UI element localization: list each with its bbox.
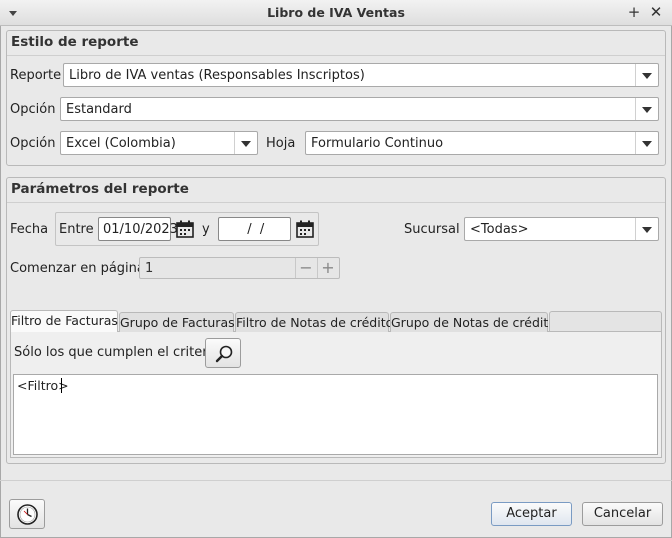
divider [7, 202, 665, 203]
filtro-textarea[interactable]: <Filtro> [13, 374, 658, 455]
chevron-down-icon [642, 73, 652, 79]
close-icon[interactable]: ✕ [648, 4, 664, 20]
increment-button[interactable]: + [317, 258, 338, 278]
sucursal-combo[interactable]: <Todas> [464, 217, 659, 241]
hoja-label: Hoja [266, 136, 296, 151]
text-caret [61, 378, 62, 393]
opcion-label: Opción [10, 102, 56, 117]
opcion-formato-value: Excel (Colombia) [66, 136, 176, 151]
history-button[interactable] [9, 499, 45, 529]
fecha-desde-value: 01/10/2023 [103, 222, 178, 237]
reporte-value: Libro de IVA ventas (Responsables Inscri… [69, 68, 365, 83]
estilo-reporte-title: Estilo de reporte [11, 34, 139, 50]
decrement-button[interactable]: − [295, 258, 316, 278]
sucursal-label: Sucursal [404, 222, 460, 237]
divider [0, 480, 672, 481]
chevron-down-icon [241, 141, 251, 147]
reporte-label: Reporte [10, 68, 62, 83]
divider [7, 55, 665, 56]
opcion-combo[interactable]: Estandard [60, 97, 659, 121]
opcion-value: Estandard [66, 102, 132, 117]
search-icon [215, 345, 233, 363]
pagina-spinner[interactable]: 1 − + [139, 257, 340, 279]
criterio-label: Sólo los que cumplen el criterio [14, 345, 220, 360]
maximize-icon[interactable]: + [626, 4, 642, 20]
entre-label: Entre [59, 222, 94, 237]
chevron-down-icon [642, 227, 652, 233]
cancelar-button[interactable]: Cancelar [582, 502, 663, 526]
parametros-reporte-title: Parámetros del reporte [11, 181, 189, 197]
chevron-down-icon [642, 107, 652, 113]
fecha-label: Fecha [10, 222, 49, 237]
tab-filtro-facturas[interactable]: Filtro de Facturas [10, 310, 118, 332]
pagina-value: 1 [145, 261, 154, 276]
tab-filtro-notas-credito[interactable]: Filtro de Notas de crédito [235, 312, 393, 332]
window-title: Libro de IVA Ventas [267, 5, 405, 20]
opcion-formato-combo[interactable]: Excel (Colombia) [60, 131, 258, 155]
hoja-dropdown-button[interactable] [635, 132, 658, 154]
fecha-hasta-input[interactable]: / / [218, 217, 291, 241]
reporte-dropdown-button[interactable] [635, 64, 658, 86]
chevron-down-icon [642, 141, 652, 147]
y-label: y [202, 222, 210, 237]
comenzar-pagina-label: Comenzar en página [10, 261, 145, 276]
tab-grupo-facturas[interactable]: Grupo de Facturas [119, 312, 235, 332]
search-criterio-button[interactable] [205, 338, 241, 368]
clock-icon [17, 504, 38, 525]
calendar-icon[interactable] [295, 219, 315, 239]
opcion-formato-dropdown-button[interactable] [234, 132, 257, 154]
tab-grupo-notas-credito[interactable]: Grupo de Notas de crédito [390, 312, 556, 332]
sucursal-dropdown-button[interactable] [635, 218, 658, 240]
opcion-dropdown-button[interactable] [635, 98, 658, 120]
reporte-combo[interactable]: Libro de IVA ventas (Responsables Inscri… [63, 63, 659, 87]
hoja-combo[interactable]: Formulario Continuo [305, 131, 659, 155]
aceptar-button[interactable]: Aceptar [491, 502, 572, 526]
fecha-hasta-value: / / [239, 222, 265, 237]
title-bar: Libro de IVA Ventas + ✕ [0, 0, 672, 26]
sucursal-value: <Todas> [470, 222, 529, 237]
opcion-formato-label: Opción [10, 136, 56, 151]
tab-strip-filler [549, 311, 662, 331]
hoja-value: Formulario Continuo [311, 136, 444, 151]
fecha-desde-input[interactable]: 01/10/2023 [98, 217, 178, 241]
calendar-icon[interactable] [175, 219, 195, 239]
